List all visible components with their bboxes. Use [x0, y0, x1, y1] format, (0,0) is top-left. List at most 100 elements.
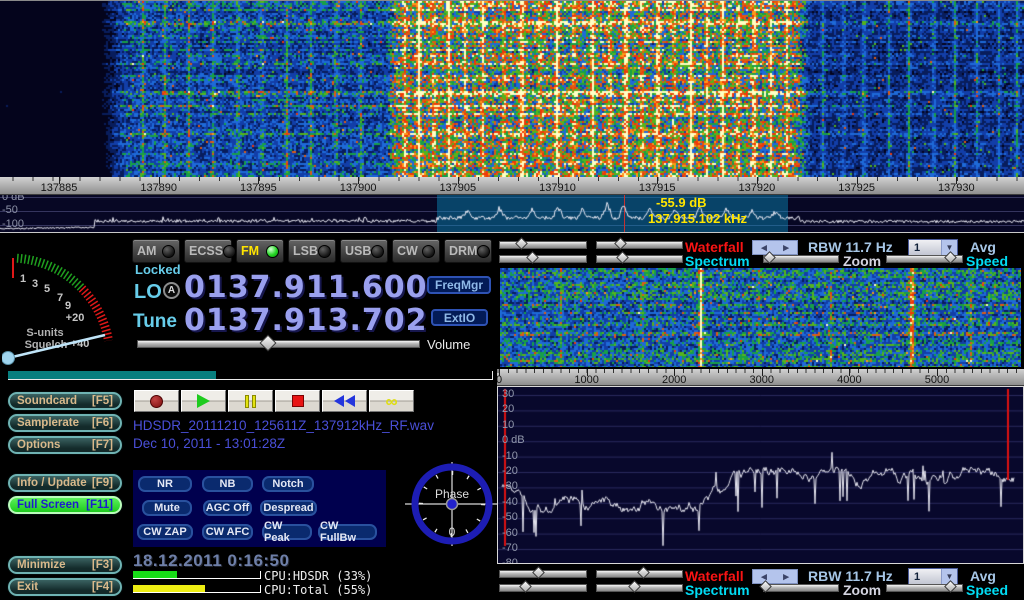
lower-speed-slider[interactable] [886, 584, 963, 592]
upper-band-right-button[interactable]: ▸ [775, 241, 797, 254]
lower-waterfall-brightness-slider-thumb[interactable] [532, 566, 545, 579]
dsp-button-nr[interactable]: NR [138, 476, 192, 492]
upper-zoom-slider[interactable] [763, 255, 839, 263]
lower-zoom-slider[interactable] [763, 584, 839, 592]
lower-waterfall-contrast-slider-thumb[interactable] [637, 566, 650, 579]
upper-spectrum-offset-slider[interactable] [596, 255, 683, 263]
mode-button-ecss[interactable]: ECSS [184, 239, 232, 263]
extio-button[interactable]: ExtIO [431, 309, 488, 326]
record-button[interactable] [134, 390, 179, 412]
dsp-button-agc-off[interactable]: AGC Off [203, 500, 252, 516]
mode-button-am[interactable]: AM [132, 239, 180, 263]
lower-spectrum-label: Spectrum [685, 582, 750, 598]
dsp-button-cw-afc[interactable]: CW AFC [202, 524, 253, 540]
dsp-button-cw-fullbw[interactable]: CW FullBw [318, 524, 377, 540]
mode-led-indicator [477, 245, 490, 258]
record-icon [150, 395, 163, 408]
mode-button-drm[interactable]: DRM [444, 239, 492, 263]
lower-speed-label: Speed [966, 582, 1008, 598]
zoom-ruler-label: 0 [497, 374, 502, 386]
frequency-ruler-label: 137930 [938, 182, 975, 194]
mode-led-indicator [422, 245, 435, 258]
locked-label: Locked [135, 262, 181, 277]
cpu-total-fill [133, 585, 205, 592]
volume-label: Volume [427, 337, 470, 352]
lo-auto-badge[interactable]: A [163, 282, 180, 299]
freqmgr-button[interactable]: FreqMgr [427, 276, 491, 294]
upper-spectrum-offset-slider-thumb[interactable] [616, 251, 629, 264]
s-meter[interactable]: 13579+20+40 S-units Squelch [2, 240, 128, 368]
playback-controls: ∞ [134, 390, 414, 412]
side-button-key: [F11] [86, 499, 113, 511]
frequency-ruler-label: 137905 [439, 182, 476, 194]
button-full-screen[interactable]: Full Screen[F11] [8, 496, 122, 514]
upper-waterfall-contrast-slider[interactable] [596, 241, 683, 249]
dsp-button-cw-zap[interactable]: CW ZAP [137, 524, 193, 540]
dsp-button-notch[interactable]: Notch [262, 476, 314, 492]
zoom-spectrum-trace [498, 387, 1023, 563]
lower-waterfall-contrast-slider[interactable] [596, 570, 683, 578]
lower-band-right-button[interactable]: ▸ [775, 570, 797, 583]
mode-button-row: AMECSSFMLSBUSBCWDRM [132, 239, 492, 263]
lower-spectrum-offset-slider-thumb[interactable] [628, 580, 641, 593]
rewind-button[interactable] [322, 390, 367, 412]
main-waterfall-display[interactable] [0, 0, 1024, 178]
loop-icon: ∞ [385, 393, 397, 410]
squelch-level-bar[interactable] [8, 371, 493, 380]
tune-frequency-display[interactable]: 0137.913.702 [184, 306, 428, 336]
upper-waterfall-contrast-slider-thumb[interactable] [614, 237, 627, 250]
button-samplerate[interactable]: Samplerate[F6] [8, 414, 122, 432]
stop-button[interactable] [275, 390, 320, 412]
cpu-hdsdr-bar [133, 571, 261, 579]
pause-button[interactable] [228, 390, 273, 412]
lo-frequency-display[interactable]: 0137.911.600 [184, 273, 428, 303]
button-soundcard[interactable]: Soundcard [F5] [8, 392, 122, 410]
upper-waterfall-brightness-slider-thumb[interactable] [515, 237, 528, 250]
squelch-level-fill [8, 371, 216, 379]
mode-button-usb[interactable]: USB [340, 239, 388, 263]
button-info-update[interactable]: Info / Update[F9] [8, 474, 122, 492]
dsp-button-nb[interactable]: NB [202, 476, 253, 492]
main-spectrum-display[interactable]: -55.9 dB 137.915.102 kHz 0 dB-50-100 [0, 195, 1024, 233]
cpu-total-bar [133, 585, 261, 593]
zoom-ruler-label: 1000 [574, 374, 598, 386]
upper-waterfall-brightness-slider[interactable] [499, 241, 587, 249]
lower-waterfall-brightness-slider[interactable] [499, 570, 587, 578]
upper-speed-slider[interactable] [886, 255, 963, 263]
side-button-key: [F4] [92, 581, 113, 593]
side-button-name: Soundcard [17, 395, 77, 407]
recording-file-date: Dec 10, 2011 - 13:01:28Z [133, 436, 285, 451]
main-frequency-ruler[interactable]: 1378851378901378951379001379051379101379… [0, 177, 1024, 195]
smeter-scale-label: 7 [57, 292, 63, 304]
zoom-ruler-label: 2000 [662, 374, 686, 386]
volume-slider[interactable] [137, 340, 420, 348]
zoom-spectrum-display[interactable]: 3020100 dB-10-20-30-40-50-60-70-80 [497, 386, 1024, 564]
upper-spectrum-gain-slider-thumb[interactable] [526, 251, 539, 264]
lower-spectrum-gain-slider[interactable] [499, 584, 587, 592]
play-button[interactable] [181, 390, 226, 412]
zoom-frequency-ruler[interactable]: 010002000300040005000 [497, 369, 1024, 386]
mode-button-fm[interactable]: FM [236, 239, 284, 263]
dsp-button-despread[interactable]: Despread [260, 500, 317, 516]
side-button-key: [F7] [92, 439, 113, 451]
loop-button[interactable]: ∞ [369, 390, 414, 412]
mode-button-lsb[interactable]: LSB [288, 239, 336, 263]
button-options[interactable]: Options[F7] [8, 436, 122, 454]
db-axis-label: -10 [502, 450, 518, 462]
db-axis-label: -50 [502, 511, 518, 523]
phase-value: 0 [449, 525, 456, 539]
mode-button-cw[interactable]: CW [392, 239, 440, 263]
side-button-key: [F5] [92, 395, 113, 407]
dsp-button-mute[interactable]: Mute [142, 500, 192, 516]
upper-spectrum-label: Spectrum [685, 253, 750, 269]
upper-spectrum-gain-slider[interactable] [499, 255, 587, 263]
lower-spectrum-gain-slider-thumb[interactable] [519, 580, 532, 593]
lower-spectrum-offset-slider[interactable] [596, 584, 683, 592]
upper-band-left-button[interactable]: ◂ [753, 241, 775, 254]
button-exit[interactable]: Exit[F4] [8, 578, 122, 596]
button-minimize[interactable]: Minimize[F3] [8, 556, 122, 574]
zoom-waterfall-display[interactable] [500, 268, 1021, 367]
smeter-red-arc [82, 289, 109, 341]
dsp-button-cw-peak[interactable]: CW Peak [262, 524, 312, 540]
phase-dial[interactable]: Phase 0 [405, 458, 497, 550]
